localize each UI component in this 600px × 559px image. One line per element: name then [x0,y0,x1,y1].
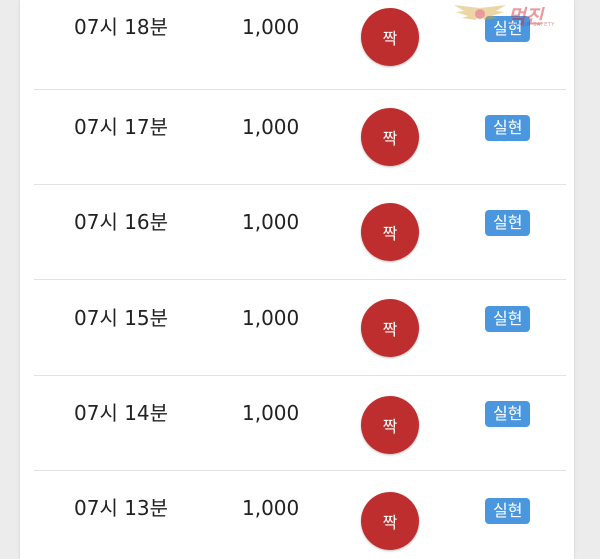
result-ball: 짝 [361,8,419,66]
bet-amount: 1,000 [242,306,300,330]
round-time: 07시 18분 [74,15,169,39]
result-ball: 짝 [361,396,419,454]
list-item: 07시 17분 1,000 짝 실현 [34,90,566,185]
watermark-subtext: MUKJIN SAFETY [510,22,555,28]
list-item: 07시 15분 1,000 짝 실현 [34,281,566,376]
result-ball: 짝 [361,203,419,261]
list-item: 07시 16분 1,000 짝 실현 [34,185,566,280]
round-time: 07시 14분 [74,401,169,425]
round-time: 07시 16분 [74,210,169,234]
history-list: 07시 18분 1,000 짝 실현 07시 17분 1,000 짝 실현 07… [20,0,574,559]
status-badge: 실현 [485,210,531,236]
watermark-logo: 먹진 MUKJIN SAFETY [452,2,598,28]
list-item: 07시 14분 1,000 짝 실현 [34,376,566,471]
result-ball: 짝 [361,492,419,550]
status-badge: 실현 [485,401,531,427]
round-time: 07시 15분 [74,306,169,330]
bet-amount: 1,000 [242,210,300,234]
result-ball: 짝 [361,108,419,166]
wing-emblem-icon [454,5,506,20]
bet-amount: 1,000 [242,401,300,425]
bet-amount: 1,000 [242,15,300,39]
result-ball: 짝 [361,299,419,357]
bet-amount: 1,000 [242,115,300,139]
status-badge: 실현 [485,306,531,332]
status-badge: 실현 [485,115,531,141]
bet-amount: 1,000 [242,496,300,520]
list-item: 07시 13분 1,000 짝 실현 [34,472,566,559]
round-time: 07시 17분 [74,115,169,139]
round-time: 07시 13분 [74,496,169,520]
status-badge: 실현 [485,498,531,524]
